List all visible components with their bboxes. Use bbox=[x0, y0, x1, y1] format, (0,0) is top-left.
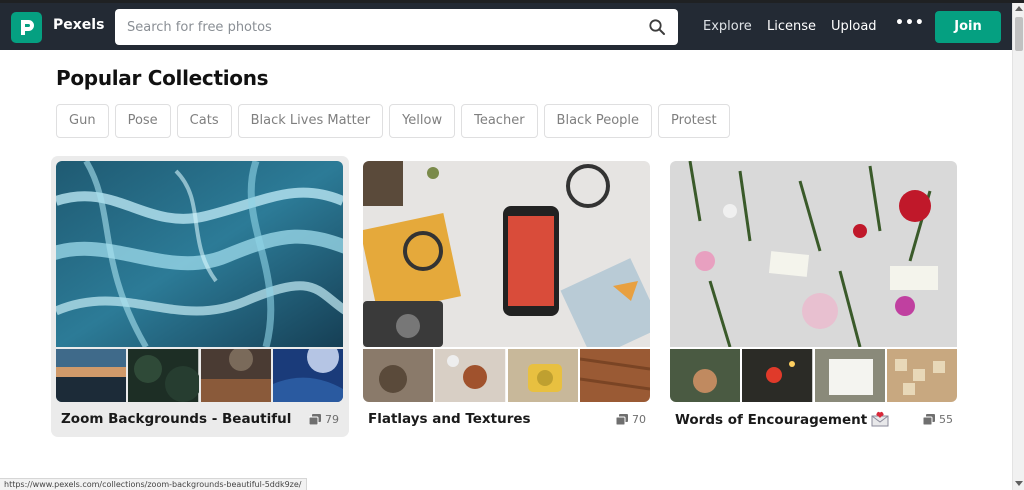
page-title: Popular Collections bbox=[56, 66, 269, 90]
thumbnail-image[interactable] bbox=[272, 349, 343, 402]
thumbnail-image[interactable] bbox=[670, 349, 741, 402]
collection-count-icon bbox=[616, 414, 628, 425]
tag-cats[interactable]: Cats bbox=[176, 104, 232, 138]
nav-license[interactable]: License bbox=[767, 19, 816, 34]
thumbnail-image[interactable] bbox=[742, 349, 813, 402]
collection-thumbnails bbox=[363, 349, 650, 402]
tag-list: Gun Pose Cats Black Lives Matter Yellow … bbox=[56, 104, 730, 138]
envelope-heart-icon bbox=[871, 411, 889, 427]
thumbnail-image[interactable] bbox=[56, 349, 127, 402]
collection-cover-image[interactable] bbox=[56, 161, 343, 347]
collection-title[interactable]: Flatlays and Textures bbox=[368, 411, 531, 427]
search-icon[interactable] bbox=[648, 18, 666, 36]
collection-thumbnails bbox=[670, 349, 957, 402]
thumbnail-image[interactable] bbox=[200, 349, 271, 402]
scroll-up-arrow-icon[interactable] bbox=[1015, 6, 1023, 11]
tag-teacher[interactable]: Teacher bbox=[461, 104, 538, 138]
thumbnail-image[interactable] bbox=[507, 349, 578, 402]
tag-black-people[interactable]: Black People bbox=[543, 104, 653, 138]
more-icon[interactable]: ••• bbox=[895, 15, 925, 31]
collection-title[interactable]: Words of Encouragement bbox=[675, 411, 889, 428]
tag-yellow[interactable]: Yellow bbox=[389, 104, 456, 138]
tag-gun[interactable]: Gun bbox=[56, 104, 109, 138]
collection-cover-image[interactable] bbox=[670, 161, 957, 347]
collection-count-value: 55 bbox=[939, 413, 953, 426]
collection-count-icon bbox=[923, 414, 935, 425]
tag-protest[interactable]: Protest bbox=[658, 104, 730, 138]
thumbnail-image[interactable] bbox=[579, 349, 650, 402]
thumbnail-image[interactable] bbox=[886, 349, 957, 402]
collection-count: 70 bbox=[616, 413, 646, 426]
nav-explore[interactable]: Explore bbox=[703, 19, 752, 34]
nav-upload[interactable]: Upload bbox=[831, 19, 877, 34]
search-input[interactable] bbox=[127, 17, 637, 37]
thumbnail-image[interactable] bbox=[363, 349, 434, 402]
thumbnail-image[interactable] bbox=[128, 349, 199, 402]
search-bar[interactable] bbox=[115, 9, 678, 45]
join-button[interactable]: Join bbox=[935, 11, 1001, 43]
site-header: Pexels Explore License Upload ••• Join bbox=[0, 3, 1012, 50]
tag-black-lives-matter[interactable]: Black Lives Matter bbox=[237, 104, 384, 138]
collection-card[interactable]: Zoom Backgrounds - Beautiful 79 bbox=[51, 156, 349, 437]
collection-count: 79 bbox=[309, 413, 339, 426]
collection-title-text: Words of Encouragement bbox=[675, 412, 868, 428]
page-scrollbar[interactable] bbox=[1012, 3, 1024, 490]
collection-count-icon bbox=[309, 414, 321, 425]
brand-name[interactable]: Pexels bbox=[53, 17, 104, 33]
collection-title[interactable]: Zoom Backgrounds - Beautiful bbox=[61, 411, 291, 427]
pexels-logo-icon[interactable] bbox=[11, 12, 42, 43]
collection-card[interactable]: Words of Encouragement 55 bbox=[665, 156, 963, 437]
collection-count-value: 79 bbox=[325, 413, 339, 426]
thumbnail-image[interactable] bbox=[814, 349, 885, 402]
collection-count-value: 70 bbox=[632, 413, 646, 426]
collection-count: 55 bbox=[923, 413, 953, 426]
collection-thumbnails bbox=[56, 349, 343, 402]
tag-pose[interactable]: Pose bbox=[114, 104, 171, 138]
scroll-thumb[interactable] bbox=[1015, 17, 1023, 51]
thumbnail-image[interactable] bbox=[435, 349, 506, 402]
scroll-down-arrow-icon[interactable] bbox=[1015, 481, 1023, 486]
collection-card[interactable]: Flatlays and Textures 70 bbox=[358, 156, 656, 437]
browser-status-url: https://www.pexels.com/collections/zoom-… bbox=[0, 478, 307, 490]
collection-cover-image[interactable] bbox=[363, 161, 650, 347]
